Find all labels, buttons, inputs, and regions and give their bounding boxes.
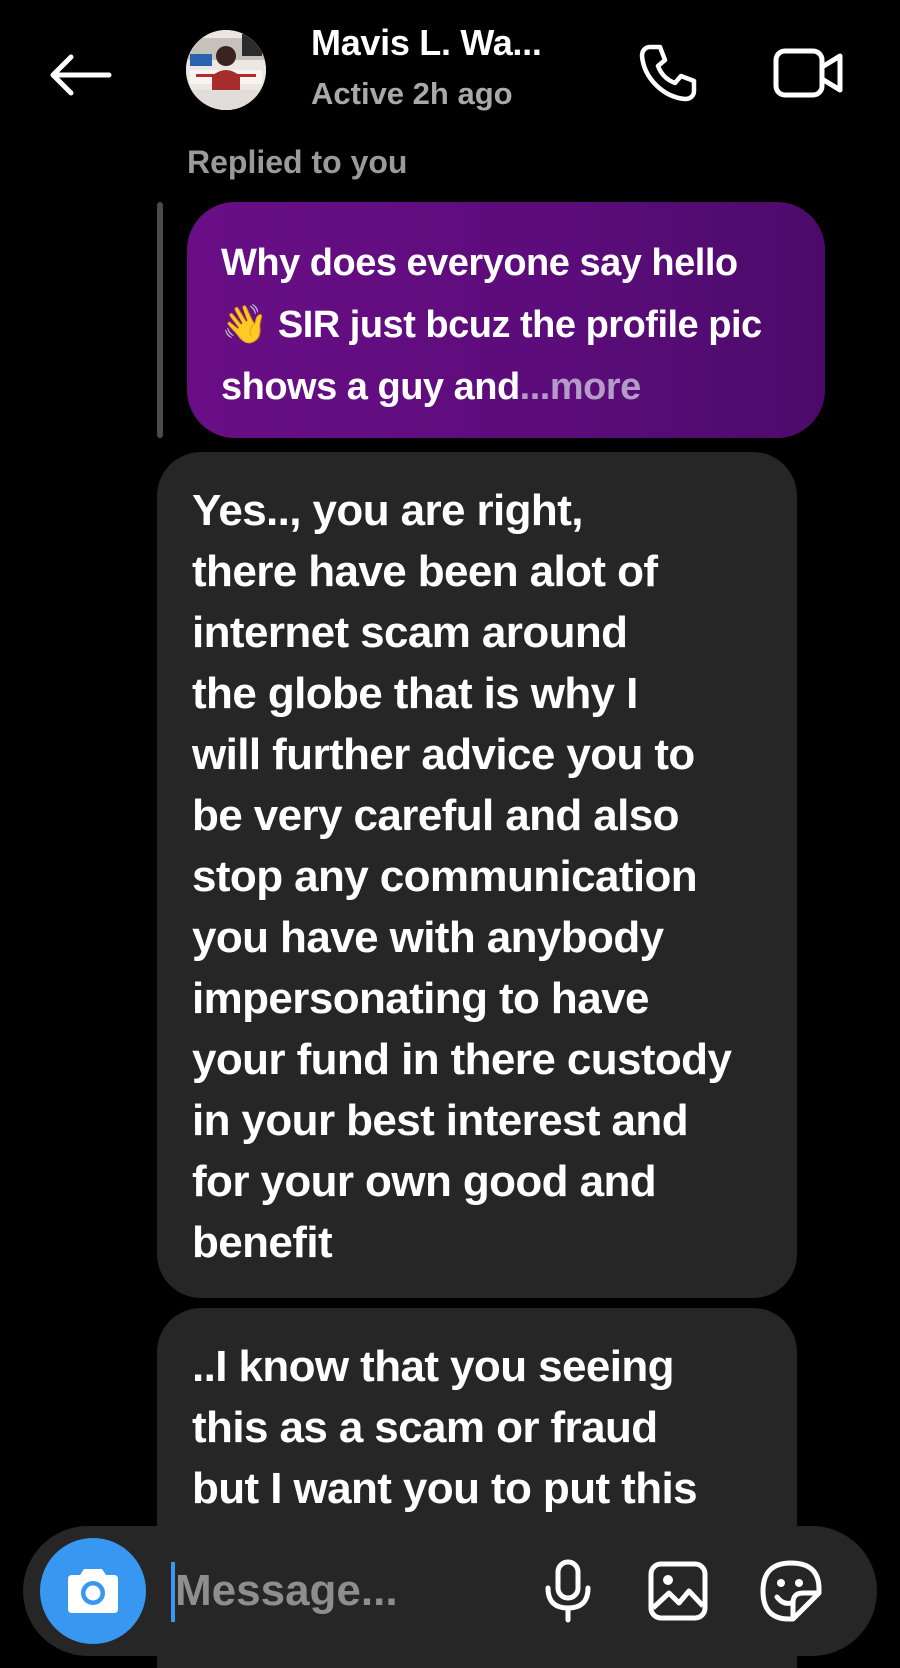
- incoming-message-bubble[interactable]: Yes.., you are right, there have been al…: [157, 452, 797, 1298]
- message-text: ..I know that you seeing this as a scam …: [192, 1342, 698, 1513]
- phone-icon: [639, 44, 697, 102]
- quoted-text-end: SIR just bcuz the profile pic shows a gu…: [221, 304, 762, 408]
- chat-screen: Mavis L. Wa... Active 2h ago Replied to …: [0, 0, 900, 1668]
- contact-name[interactable]: Mavis L. Wa...: [311, 22, 542, 64]
- reply-indicator-bar: [157, 202, 163, 438]
- sticker-button[interactable]: [751, 1551, 831, 1631]
- quoted-text-start: Why does everyone say hello: [221, 242, 738, 284]
- message-composer: [23, 1526, 877, 1656]
- back-button[interactable]: [40, 40, 120, 110]
- quoted-message-bubble[interactable]: Why does everyone say hello 👋 SIR just b…: [187, 202, 825, 438]
- video-call-button[interactable]: [768, 38, 848, 108]
- voice-call-button[interactable]: [630, 38, 706, 108]
- camera-button[interactable]: [40, 1538, 146, 1644]
- active-status: Active 2h ago: [311, 76, 513, 111]
- arrow-left-icon: [50, 54, 112, 96]
- video-camera-icon: [773, 48, 843, 98]
- avatar[interactable]: [186, 30, 266, 110]
- message-text: Yes.., you are right, there have been al…: [192, 486, 732, 1267]
- camera-icon: [68, 1569, 118, 1613]
- gallery-button[interactable]: [638, 1551, 718, 1631]
- microphone-icon: [545, 1559, 591, 1623]
- voice-message-button[interactable]: [528, 1551, 608, 1631]
- profile-photo-icon: [186, 30, 266, 110]
- sticker-icon: [760, 1560, 822, 1622]
- image-icon: [648, 1561, 708, 1621]
- more-link[interactable]: ...more: [520, 366, 642, 408]
- chat-header: Mavis L. Wa... Active 2h ago: [0, 0, 900, 150]
- message-input[interactable]: [175, 1550, 515, 1632]
- waving-hand-emoji: 👋: [221, 304, 268, 346]
- replied-to-you-label: Replied to you: [187, 144, 408, 180]
